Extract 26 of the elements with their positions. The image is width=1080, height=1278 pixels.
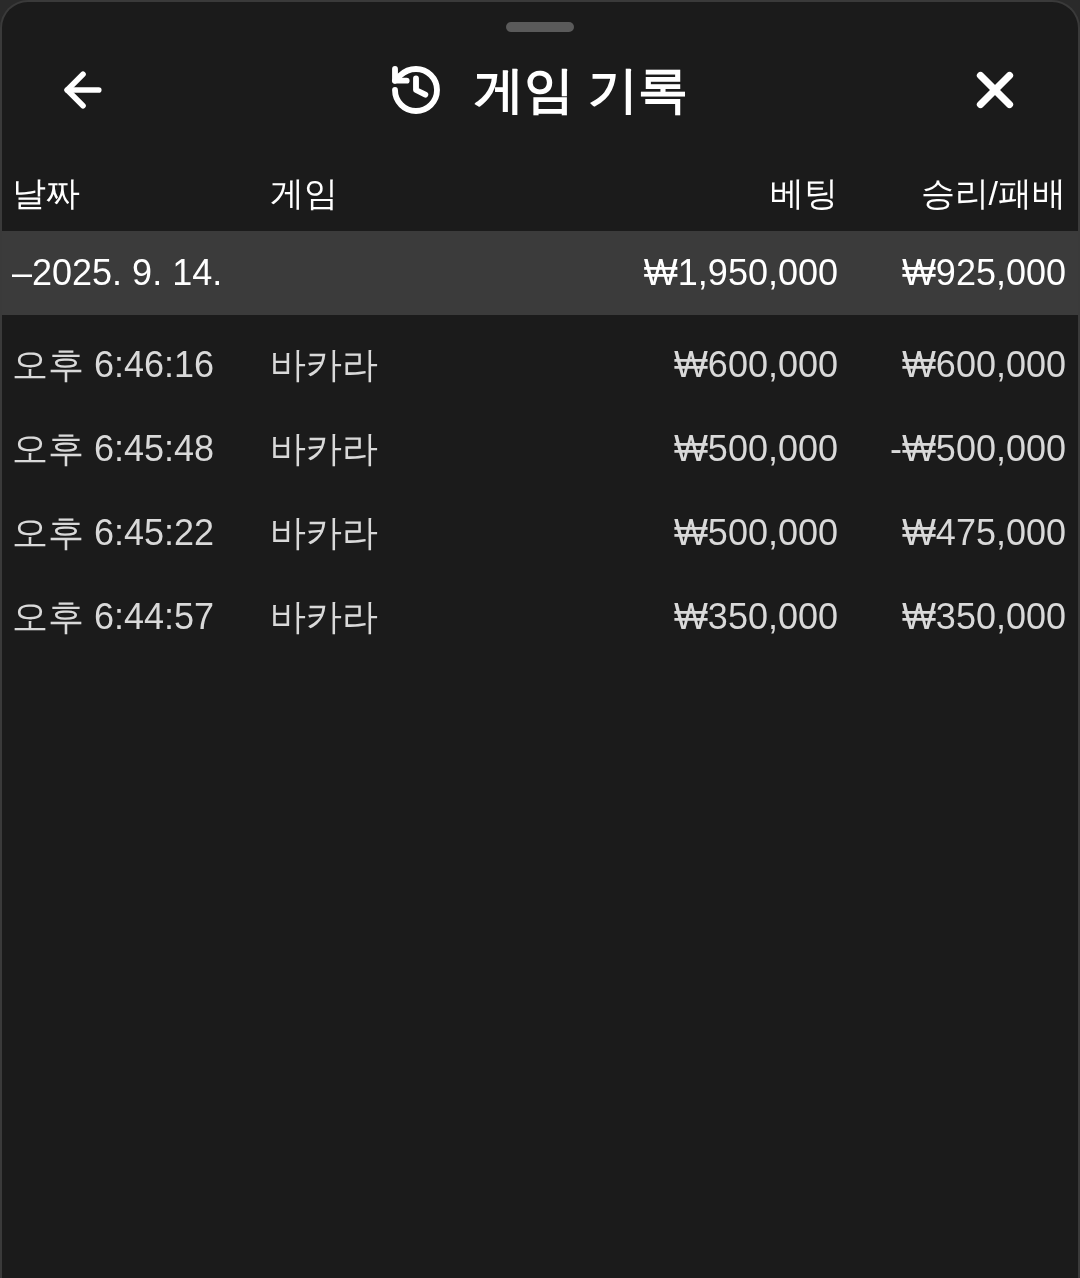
table-cell-text: 오후 6:45:48 <box>12 427 216 471</box>
group-date: –2025. 9. 14. <box>12 251 224 295</box>
table-cell-text: 바카라 <box>270 343 379 387</box>
table-cell-text: -₩500,000 <box>888 427 1066 471</box>
table-cell-text: 오후 6:44:57 <box>12 595 216 639</box>
column-header: 날짜 <box>12 172 81 214</box>
table-cell-text: ₩350,000 <box>900 595 1066 639</box>
table-cell-text: 오후 6:45:22 <box>12 511 216 555</box>
table-cell-text: ₩350,000 <box>673 595 838 639</box>
column-header: 승리/패배 <box>919 172 1066 214</box>
window-title: 게임 기록 <box>474 60 688 120</box>
table-cell-text: 오후 6:46:16 <box>12 343 216 387</box>
column-header: 게임 <box>270 172 339 214</box>
table-cell-text: ₩600,000 <box>673 343 838 387</box>
table-cell-text: ₩925,000 <box>900 251 1066 295</box>
group-row[interactable]: –2025. 9. 14. ₩1,950,000 ₩925,000 <box>2 231 1078 315</box>
table-cell-text: ₩600,000 <box>900 343 1066 387</box>
table-cell-text: 바카라 <box>270 595 379 639</box>
table-cell-text: ₩475,000 <box>900 511 1066 555</box>
column-header: 베팅 <box>770 172 838 214</box>
table-cell-text: 바카라 <box>270 427 379 471</box>
table-cell-text: ₩500,000 <box>673 427 838 471</box>
table-cell-text: ₩1,950,000 <box>643 251 838 295</box>
drag-handle[interactable] <box>506 22 574 32</box>
table-cell-text: ₩500,000 <box>673 511 838 555</box>
table-cell-text: 바카라 <box>270 511 379 555</box>
